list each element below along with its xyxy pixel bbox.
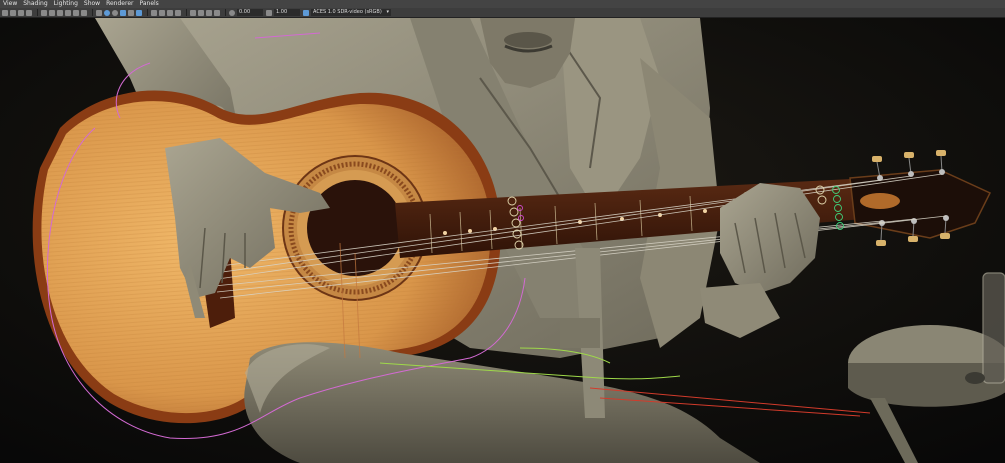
gamma-field[interactable]: 1.00 [274, 9, 300, 16]
menu-panels[interactable]: Panels [136, 0, 161, 8]
toolbar-separator [147, 9, 148, 16]
panel-toolbar: 0.00 1.00 ACES 1.0 SDR-video (sRGB) ▾ [0, 8, 1005, 18]
grid-icon[interactable] [41, 9, 47, 16]
bookmark-icon[interactable] [18, 9, 24, 16]
xray-components-icon[interactable] [214, 9, 220, 16]
camera-icon[interactable] [2, 9, 8, 16]
toolbar-separator [186, 9, 187, 16]
screen-space-ao-icon[interactable] [151, 9, 157, 16]
3d-viewport[interactable] [0, 18, 1005, 463]
menu-lighting[interactable]: Lighting [51, 0, 81, 8]
lights-icon[interactable] [128, 9, 134, 16]
image-plane-icon[interactable] [26, 9, 32, 16]
color-management-icon[interactable] [303, 9, 309, 16]
xray-icon[interactable] [198, 9, 204, 16]
multisample-aa-icon[interactable] [167, 9, 173, 16]
gamma-icon[interactable] [266, 9, 272, 16]
film-gate-icon[interactable] [49, 9, 55, 16]
menu-view[interactable]: View [0, 0, 20, 8]
toolbar-separator [37, 9, 38, 16]
gate-mask-icon[interactable] [65, 9, 71, 16]
toolbar-separator [92, 9, 93, 16]
textured-icon[interactable] [120, 9, 126, 16]
field-chart-icon[interactable] [73, 9, 79, 16]
chevron-down-icon: ▾ [386, 9, 389, 15]
smooth-shade-icon[interactable] [104, 9, 110, 16]
scene-render [0, 18, 1005, 463]
view-transform-value: ACES 1.0 SDR-video (sRGB) [313, 9, 382, 15]
menu-renderer[interactable]: Renderer [103, 0, 136, 8]
xray-joints-icon[interactable] [206, 9, 212, 16]
depth-of-field-icon[interactable] [175, 9, 181, 16]
safe-action-icon[interactable] [81, 9, 87, 16]
wireframe-icon[interactable] [96, 9, 102, 16]
menu-show[interactable]: Show [81, 0, 103, 8]
isolate-icon[interactable] [190, 9, 196, 16]
panel-menu-bar: View Shading Lighting Show Renderer Pane… [0, 0, 1005, 8]
menu-shading[interactable]: Shading [20, 0, 50, 8]
exposure-icon[interactable] [229, 9, 235, 16]
maya-viewport-window: View Shading Lighting Show Renderer Pane… [0, 0, 1005, 463]
exposure-field[interactable]: 0.00 [237, 9, 263, 16]
view-transform-dropdown[interactable]: ACES 1.0 SDR-video (sRGB) ▾ [311, 9, 391, 16]
resolution-gate-icon[interactable] [57, 9, 63, 16]
wireframe-on-shaded-icon[interactable] [112, 9, 118, 16]
shadows-icon[interactable] [136, 9, 142, 16]
camera-attributes-icon[interactable] [10, 9, 16, 16]
motion-blur-icon[interactable] [159, 9, 165, 16]
toolbar-separator [225, 9, 226, 16]
